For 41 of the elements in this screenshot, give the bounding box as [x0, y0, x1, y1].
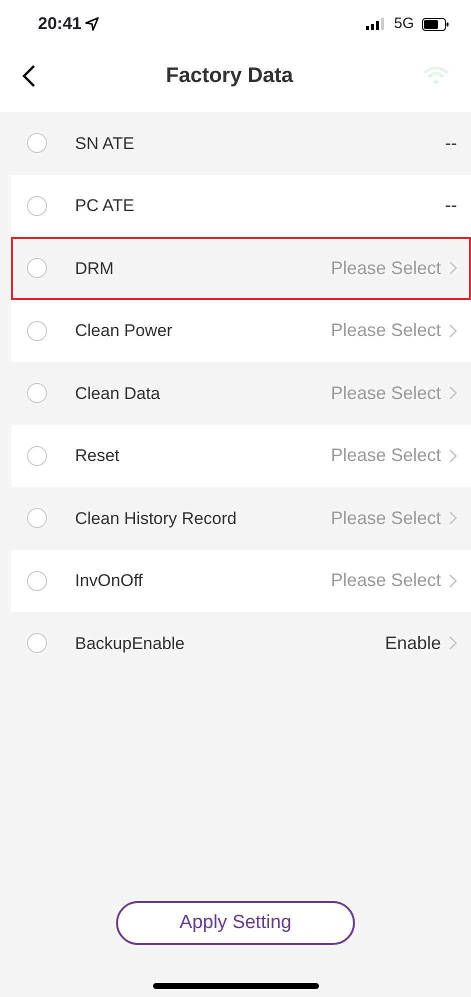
setting-value: --: [445, 132, 457, 155]
select-placeholder: Please Select: [330, 444, 441, 468]
setting-row[interactable]: Clean Power Please Select: [11, 300, 471, 362]
radio-button[interactable]: [27, 446, 47, 466]
radio-button[interactable]: [27, 133, 47, 154]
setting-value: Enable: [384, 632, 441, 655]
radio-button[interactable]: [27, 570, 47, 591]
radio-button[interactable]: [27, 196, 47, 216]
radio-button[interactable]: [27, 633, 47, 654]
radio-button[interactable]: [27, 508, 47, 528]
select-placeholder: Please Select: [330, 569, 441, 592]
setting-row[interactable]: PC ATE --: [11, 174, 471, 237]
setting-label: BackupEnable: [75, 632, 186, 654]
select-placeholder: Please Select: [330, 506, 441, 530]
setting-label: Clean Data: [75, 382, 162, 404]
setting-label: Clean Power: [75, 320, 174, 342]
page-title: Factory Data: [164, 63, 294, 90]
radio-button[interactable]: [27, 320, 47, 341]
setting-row[interactable]: Reset Please Select: [11, 424, 471, 487]
setting-label: PC ATE: [75, 195, 136, 217]
apply-setting-button[interactable]: Apply Setting: [116, 901, 355, 945]
signal-icon: [366, 18, 386, 30]
radio-button[interactable]: [27, 383, 47, 404]
setting-row[interactable]: InvOnOff Please Select: [11, 550, 471, 612]
select-placeholder: Please Select: [330, 382, 441, 405]
setting-value: --: [445, 194, 457, 218]
back-button[interactable]: [22, 64, 36, 88]
wifi-icon: [423, 66, 449, 86]
radio-button[interactable]: [27, 258, 47, 278]
setting-row[interactable]: DRM Please Select: [11, 237, 471, 300]
select-placeholder: Please Select: [330, 256, 441, 280]
network-label: 5G: [394, 14, 414, 34]
status-time: 20:41: [38, 13, 82, 36]
select-placeholder: Please Select: [330, 319, 441, 342]
setting-label: InvOnOff: [75, 570, 144, 592]
setting-label: Reset: [75, 445, 120, 467]
battery-icon: [422, 18, 449, 30]
setting-label: Clean History Record: [75, 508, 238, 530]
setting-label: SN ATE: [75, 132, 136, 154]
setting-label: DRM: [75, 258, 115, 280]
location-arrow-icon: [85, 17, 100, 31]
